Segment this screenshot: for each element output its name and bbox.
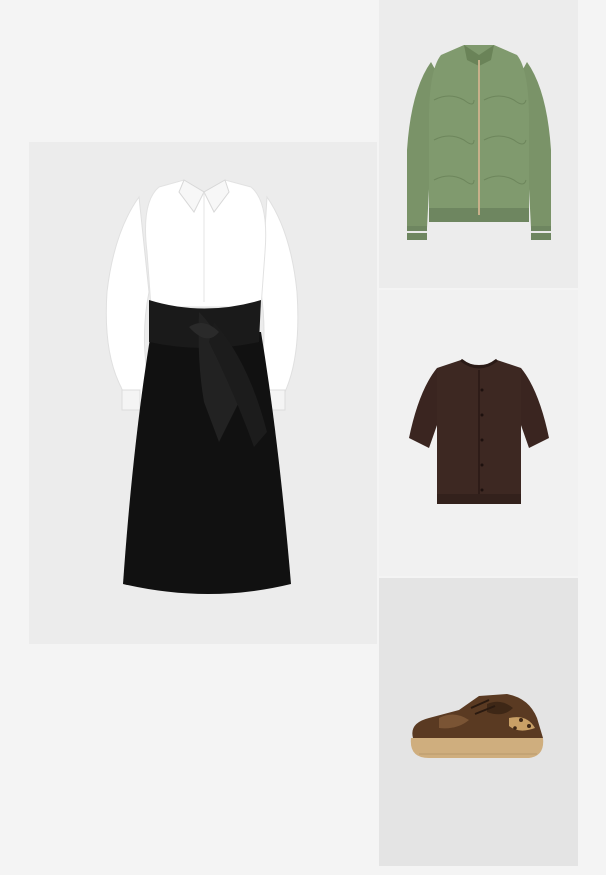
outfit-collage: { "outfit": { "items": [ {"name": "shirt… <box>0 0 606 875</box>
cardigan-image <box>409 358 549 504</box>
sneaker-image <box>410 694 544 758</box>
product-tile-cardigan[interactable] <box>379 290 578 576</box>
dress-image <box>105 179 299 594</box>
jacket-image <box>407 45 551 240</box>
product-tile-jacket[interactable] <box>379 0 578 288</box>
product-tile-sneaker[interactable] <box>379 578 578 866</box>
product-tile-dress[interactable] <box>29 142 377 644</box>
